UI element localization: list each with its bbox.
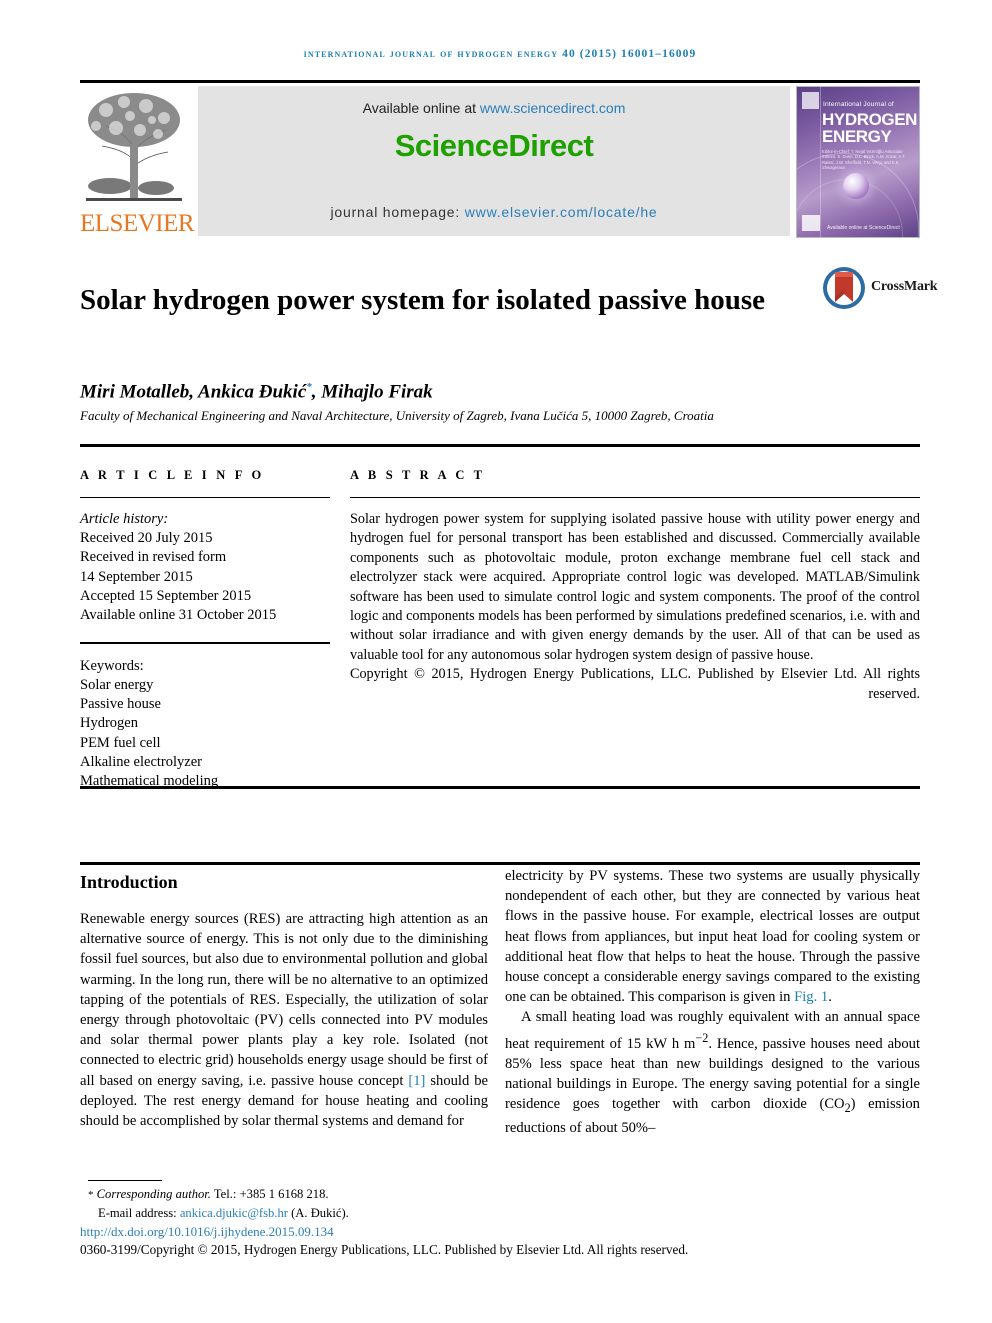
elsevier-logo: ELSEVIER: [80, 86, 195, 237]
journal-cover-thumbnail: International Journal of HYDROGEN ENERGY…: [796, 86, 920, 238]
abstract-heading: A B S T R A C T: [350, 468, 486, 482]
units-superscript: −2: [695, 1030, 709, 1045]
header-rule: [80, 80, 920, 83]
introduction-column-right: electricity by PV systems. These two sys…: [505, 866, 920, 1138]
cover-title-line-2: ENERGY: [822, 127, 892, 146]
keyword-item: Alkaline electrolyzer: [80, 753, 202, 770]
introduction-paragraph-left: Renewable energy sources (RES) are attra…: [80, 909, 488, 1131]
abstract-body: Solar hydrogen power system for supplyin…: [350, 511, 920, 663]
history-item: Available online 31 October 2015: [80, 607, 277, 624]
figure-1-link[interactable]: Fig. 1: [794, 989, 828, 1005]
body-top-rule: [80, 862, 920, 865]
corresponding-author-line: * Corresponding author. Tel.: +385 1 616…: [88, 1186, 788, 1205]
article-info-divider: [80, 497, 330, 498]
journal-homepage-label: journal homepage:: [330, 204, 465, 220]
introduction-paragraph-right-b: A small heating load was roughly equival…: [505, 1007, 920, 1138]
sciencedirect-logo[interactable]: ScienceDirect: [198, 128, 790, 164]
history-item: Accepted 15 September 2015: [80, 587, 252, 604]
cover-sciencedirect-mark: Available online at ScienceDirect: [827, 225, 900, 231]
intro-right-text-a-end: .: [828, 989, 832, 1006]
crossmark-badge[interactable]: CrossMark: [822, 266, 938, 312]
article-info-heading: A R T I C L E I N F O: [80, 468, 265, 482]
crossmark-label: CrossMark: [871, 279, 938, 294]
introduction-paragraph-right-a: electricity by PV systems. These two sys…: [505, 866, 920, 1007]
introduction-heading: Introduction: [80, 872, 178, 892]
elsevier-wordmark: ELSEVIER: [80, 210, 195, 237]
article-history-label: Article history:: [80, 511, 169, 527]
elsevier-tree-icon: [86, 93, 182, 201]
cover-ihe-logo: [802, 215, 820, 231]
intro-right-text-a: electricity by PV systems. These two sys…: [505, 868, 920, 1006]
sciencedirect-band: Available online at www.sciencedirect.co…: [198, 86, 790, 236]
footnote-star-marker: *: [88, 1189, 94, 1201]
issn-copyright-line: 0360-3199/Copyright © 2015, Hydrogen Ene…: [80, 1242, 689, 1257]
keyword-item: Mathematical modeling: [80, 773, 219, 790]
cover-publisher-mark: [802, 92, 819, 109]
available-online-line: Available online at www.sciencedirect.co…: [198, 100, 790, 116]
reference-link-1[interactable]: [1]: [408, 1073, 425, 1089]
running-head: international journal of hydrogen energy…: [303, 48, 697, 60]
email-line: E-mail address: ankica.djukic@fsb.hr (A.…: [88, 1205, 788, 1223]
email-owner: (A. Đukić).: [287, 1205, 349, 1220]
cover-journal-prefix: International Journal of: [823, 101, 894, 108]
footnote-block: * Corresponding author. Tel.: +385 1 616…: [88, 1186, 788, 1222]
keyword-item: PEM fuel cell: [80, 734, 161, 751]
keywords-divider: [80, 642, 330, 644]
abstract-divider: [350, 497, 920, 498]
keyword-item: Solar energy: [80, 677, 154, 694]
doi-link[interactable]: http://dx.doi.org/10.1016/j.ijhydene.201…: [80, 1224, 334, 1240]
sciencedirect-url-link[interactable]: www.sciencedirect.com: [480, 100, 626, 116]
author-list: Miri Motalleb, Ankica Đukić*, Mihajlo Fi…: [80, 381, 860, 403]
history-item: 14 September 2015: [80, 568, 193, 585]
introduction-column-left: Introduction Renewable energy sources (R…: [80, 872, 488, 1131]
keywords-label: Keywords:: [80, 657, 144, 674]
email-link[interactable]: ankica.djukic@fsb.hr: [180, 1206, 288, 1220]
abstract-block-top-rule: [80, 444, 920, 447]
crossmark-icon: [823, 267, 865, 309]
article-history: Article history: Received 20 July 2015 R…: [80, 510, 330, 625]
authors-before-star: Miri Motalleb, Ankica Đukić: [80, 381, 307, 403]
email-label: E-mail address:: [98, 1205, 180, 1220]
article-page: international journal of hydrogen energy…: [0, 0, 992, 1323]
abstract-column: A B S T R A C T Solar hydrogen power sys…: [350, 468, 920, 704]
keyword-item: Passive house: [80, 696, 161, 713]
authors-after-star: , Mihajlo Firak: [311, 381, 433, 403]
corresponding-author-label: Corresponding author.: [96, 1187, 211, 1201]
intro-left-text-a: Renewable energy sources (RES) are attra…: [80, 911, 488, 1089]
abstract-copyright: Copyright © 2015, Hydrogen Energy Public…: [350, 666, 920, 702]
cover-title-line-1: HYDROGEN: [822, 110, 918, 129]
affiliation: Faculty of Mechanical Engineering and Na…: [80, 408, 714, 423]
keywords-list: Keywords: Solar energy Passive house Hyd…: [80, 657, 330, 791]
corresponding-author-tel: Tel.: +385 1 6168 218.: [210, 1187, 329, 1201]
cover-orb-graphic: [843, 173, 869, 199]
keyword-item: Hydrogen: [80, 715, 138, 732]
page-title: Solar hydrogen power system for isolated…: [80, 284, 766, 317]
journal-homepage-link[interactable]: www.elsevier.com/locate/he: [465, 204, 658, 220]
masthead: ELSEVIER Available online at www.science…: [80, 86, 920, 238]
history-item: Received in revised form: [80, 549, 227, 566]
journal-homepage-line: journal homepage: www.elsevier.com/locat…: [198, 204, 790, 220]
article-info-column: A R T I C L E I N F O Article history: R…: [80, 468, 330, 791]
available-online-text: Available online at: [362, 100, 480, 116]
history-item: Received 20 July 2015: [80, 530, 213, 547]
footnote-rule: [88, 1180, 162, 1181]
